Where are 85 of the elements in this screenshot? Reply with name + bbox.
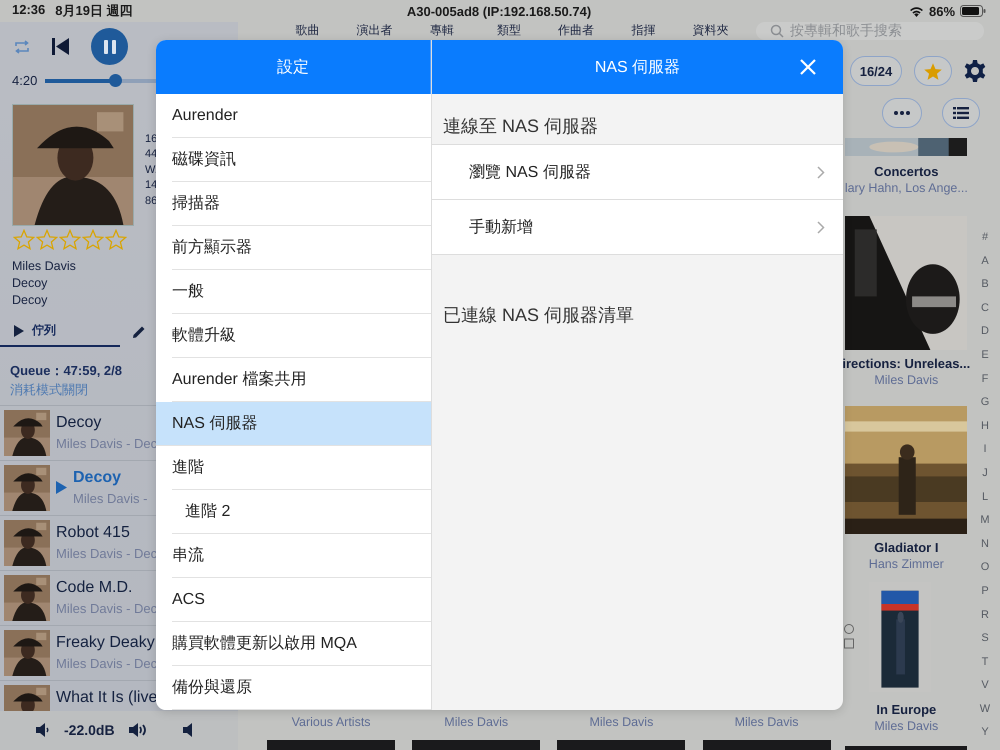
settings-menu-item[interactable]: 掃描器 xyxy=(172,182,431,226)
elapsed-time: 4:20 xyxy=(12,73,38,88)
index-letter[interactable]: F xyxy=(982,368,988,392)
queue-summary: Queue：47:59, 2/8 xyxy=(10,362,122,380)
album-title[interactable]: Gladiator I xyxy=(874,540,938,556)
album-title[interactable]: Concertos xyxy=(874,164,938,180)
settings-menu-item[interactable]: 進階 xyxy=(172,446,431,490)
track-subtitle: Miles Davis - xyxy=(73,490,148,508)
settings-menu-item[interactable]: 備份與還原 xyxy=(172,666,431,710)
album-artist: lary Hahn, Los Ange... xyxy=(844,180,968,196)
track-title[interactable]: Decoy xyxy=(56,412,102,433)
category-tab[interactable]: 歌曲 xyxy=(274,22,342,38)
index-letter[interactable]: E xyxy=(981,344,989,368)
album-name: Decoy xyxy=(12,292,48,309)
track-subtitle: Miles Davis - Dec xyxy=(56,544,158,563)
index-letter[interactable]: Y xyxy=(981,721,989,746)
index-letter[interactable]: H xyxy=(981,414,989,438)
index-letter[interactable]: V xyxy=(981,674,989,698)
queue-tab[interactable]: 佇列 xyxy=(0,316,120,347)
index-letter[interactable]: # xyxy=(982,226,988,250)
index-letter[interactable]: M xyxy=(980,509,990,533)
track-subtitle: Miles Davis - Dec xyxy=(56,600,158,618)
settings-menu-item[interactable]: 進階 2 xyxy=(172,490,431,534)
category-tab[interactable]: 專輯 xyxy=(408,22,476,38)
index-letter[interactable]: I xyxy=(983,438,987,462)
index-letter[interactable]: R xyxy=(981,604,989,628)
index-letter[interactable]: O xyxy=(980,556,990,580)
section-heading: 連線至 NAS 伺服器 xyxy=(442,115,600,138)
index-letter[interactable]: W xyxy=(980,698,990,722)
settings-title: 設定 xyxy=(277,58,309,78)
battery-percent: 86% xyxy=(928,4,956,18)
category-tab[interactable]: 類型 xyxy=(475,22,543,38)
date-text: 8月19日 週四 xyxy=(55,2,133,20)
settings-menu-item[interactable]: 磁碟資訊 xyxy=(172,138,431,182)
settings-menu-item[interactable]: NAS 伺服器 xyxy=(156,402,431,446)
settings-menu-item[interactable]: 軟體升級 xyxy=(172,314,431,358)
page-counter[interactable]: 16/24 xyxy=(850,56,902,86)
album-artist: Various Artists xyxy=(292,714,371,730)
artist-name: Miles Davis xyxy=(12,258,76,275)
index-letter[interactable]: P xyxy=(981,580,989,604)
settings-menu-item[interactable]: 串流 xyxy=(172,534,431,578)
settings-menu-item[interactable]: 一般 xyxy=(172,270,431,314)
category-tab[interactable]: 資料夾 xyxy=(676,22,744,38)
index-letter[interactable]: T xyxy=(982,650,988,674)
device-name: A30-005ad8 (IP:192.168.50.74) xyxy=(406,4,592,18)
track-name: Decoy xyxy=(12,274,48,292)
album-title[interactable]: irections: Unreleas... xyxy=(842,356,970,372)
album-artist: Miles Davis xyxy=(734,714,798,730)
index-letter[interactable]: B xyxy=(981,273,989,297)
category-tab[interactable]: 作曲者 xyxy=(542,22,610,38)
track-subtitle: Miles Davis - Dec xyxy=(56,654,158,673)
index-letter[interactable]: A xyxy=(981,250,989,274)
volume-reading: -22.0dB xyxy=(64,722,115,738)
album-artist: Hans Zimmer xyxy=(868,556,944,572)
track-title[interactable]: Freaky Deaky xyxy=(56,632,155,653)
album-artist: Miles Davis xyxy=(874,372,938,388)
settings-menu-item[interactable]: 購買軟體更新以啟用 MQA xyxy=(172,622,431,666)
index-letter[interactable]: S xyxy=(981,627,989,651)
settings-row[interactable]: 瀏覽 NAS 伺服器 xyxy=(432,145,843,200)
track-detail: W. xyxy=(145,162,159,178)
track-subtitle: Miles Davis - Dec xyxy=(56,434,158,453)
index-letter[interactable]: C xyxy=(981,296,989,320)
index-letter[interactable]: J xyxy=(982,462,988,486)
settings-row[interactable]: 手動新增 xyxy=(432,200,843,255)
album-artist: Miles Davis xyxy=(444,714,508,730)
settings-menu-item[interactable]: 前方顯示器 xyxy=(172,226,431,270)
track-title[interactable]: Code M.D. xyxy=(56,576,132,598)
track-title[interactable]: Robot 415 xyxy=(56,522,130,543)
category-tab[interactable]: 指揮 xyxy=(610,22,677,38)
index-letter[interactable]: N xyxy=(981,532,989,556)
album-artist: Miles Davis xyxy=(874,718,938,734)
index-letter[interactable]: G xyxy=(980,391,990,415)
clock-time: 12:36 xyxy=(12,2,46,19)
track-detail: 14 xyxy=(145,178,158,194)
index-letter[interactable]: L xyxy=(982,486,988,510)
detail-title: NAS 伺服器 xyxy=(594,58,680,78)
settings-menu-item[interactable]: ACS xyxy=(172,578,431,622)
index-letter[interactable]: D xyxy=(981,320,989,344)
album-artist: Miles Davis xyxy=(589,714,654,730)
category-tab[interactable]: 演出者 xyxy=(341,22,408,38)
settings-menu-item[interactable]: Aurender xyxy=(172,94,431,138)
album-title[interactable]: In Europe xyxy=(876,702,936,718)
track-title[interactable]: What It Is (live xyxy=(56,686,158,708)
track-detail: 44 xyxy=(145,147,158,162)
section-heading: 已連線 NAS 伺服器清單 xyxy=(442,304,636,327)
